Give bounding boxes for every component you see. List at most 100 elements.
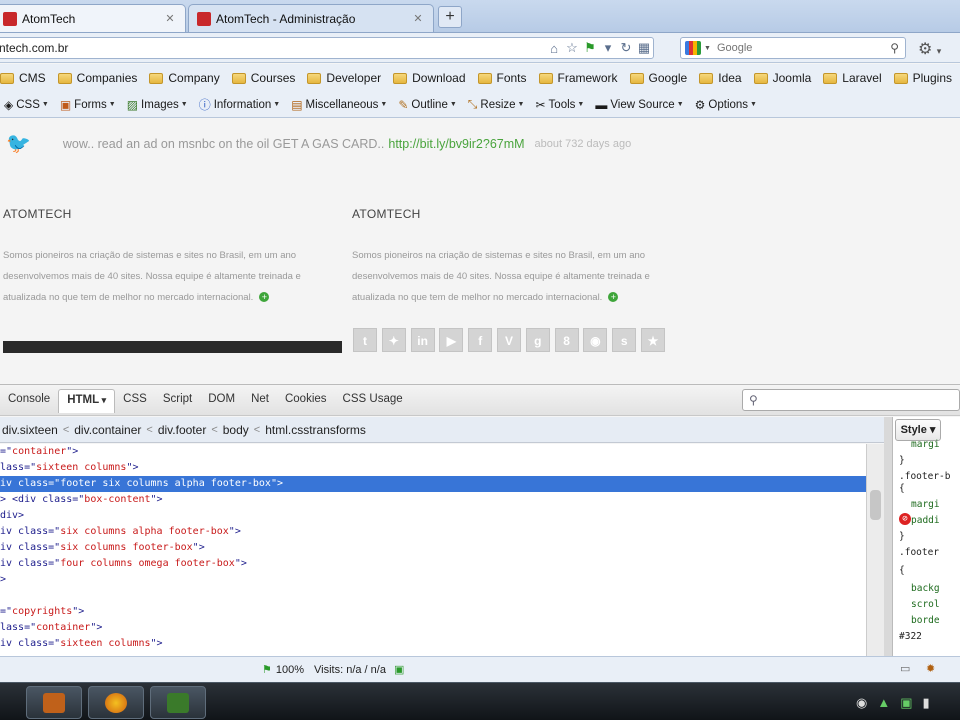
addon-icon[interactable]: ▭ bbox=[900, 662, 910, 675]
bookmark-folder[interactable]: Fonts bbox=[477, 71, 527, 85]
chevron-down-icon[interactable]: ▾ bbox=[99, 395, 107, 405]
new-tab-button[interactable]: + bbox=[438, 6, 462, 28]
style-rule-line[interactable]: .footer-b bbox=[899, 471, 950, 482]
bookmark-folder[interactable]: Joomla bbox=[753, 71, 811, 85]
social-icon[interactable]: in bbox=[410, 328, 435, 352]
style-rule-line[interactable]: margi bbox=[911, 499, 940, 510]
firebug-icon[interactable]: ✹ bbox=[926, 662, 935, 675]
html-node-line[interactable]: ="copyrights"> bbox=[0, 604, 866, 620]
bookmark-star-icon[interactable]: ☆ bbox=[563, 40, 581, 56]
scrollbar-thumb[interactable] bbox=[870, 490, 881, 520]
bookmark-folder[interactable]: Idea bbox=[699, 71, 742, 85]
taskbar-firefox[interactable] bbox=[88, 686, 144, 719]
html-node-line[interactable]: lass="sixteen columns"> bbox=[0, 460, 866, 476]
close-icon[interactable]: ✕ bbox=[411, 12, 425, 26]
tab-atomtech-admin[interactable]: AtomTech - Administração ✕ bbox=[188, 4, 434, 32]
chevron-down-icon[interactable]: ▼ bbox=[704, 45, 711, 52]
bookmark-folder[interactable]: Company bbox=[149, 71, 220, 85]
html-node-line[interactable]: > bbox=[0, 572, 866, 588]
pane-splitter[interactable] bbox=[884, 417, 892, 656]
style-rule-line[interactable]: { bbox=[899, 483, 905, 494]
reload-icon[interactable]: ↻ bbox=[617, 40, 635, 56]
zoom-level[interactable]: 100% bbox=[276, 664, 304, 676]
html-node-line[interactable]: iv class="six columns footer-box"> bbox=[0, 540, 866, 556]
html-node-line[interactable]: div> bbox=[0, 508, 866, 524]
dropdown-icon[interactable]: ▾ bbox=[599, 40, 617, 56]
page-icon[interactable]: ▦ bbox=[635, 40, 653, 56]
breadcrumb-item[interactable]: div.container bbox=[74, 423, 141, 437]
bookmark-folder[interactable]: Google bbox=[629, 71, 687, 85]
social-icon[interactable]: t bbox=[353, 328, 377, 352]
html-node-line[interactable] bbox=[0, 588, 866, 604]
status-icon[interactable]: ▣ bbox=[394, 663, 404, 676]
bookmark-folder[interactable]: Download bbox=[393, 71, 466, 85]
read-more-icon[interactable]: + bbox=[608, 292, 619, 303]
firebug-tab[interactable]: Cookies bbox=[277, 389, 335, 413]
forms-menu[interactable]: ▣ Forms ▼ bbox=[60, 98, 116, 112]
tab-atomtech[interactable]: AtomTech ✕ bbox=[0, 4, 186, 32]
html-node-line[interactable]: iv class="four columns omega footer-box"… bbox=[0, 556, 866, 572]
search-input[interactable] bbox=[716, 42, 891, 54]
search-icon[interactable]: ⚲ bbox=[890, 41, 899, 55]
breadcrumb-item[interactable]: div.sixteen bbox=[2, 423, 58, 437]
options-menu[interactable]: ⚙ Options ▼ bbox=[695, 98, 757, 112]
tray-icon[interactable]: ▲ bbox=[877, 695, 890, 711]
firebug-tab[interactable]: Console bbox=[0, 389, 58, 413]
breadcrumb-item[interactable]: html.csstransforms bbox=[265, 423, 366, 437]
css-menu[interactable]: ◈ CSS ▼ bbox=[4, 98, 49, 112]
style-dropdown-button[interactable]: Style ▾ bbox=[895, 419, 941, 441]
miscellaneous-menu[interactable]: ▤ Miscellaneous ▼ bbox=[291, 98, 387, 112]
tweet-link[interactable]: http://bit.ly/bv9ir2?67mM bbox=[388, 137, 524, 151]
social-icon[interactable]: ◉ bbox=[583, 328, 608, 352]
home-icon[interactable]: ⌂ bbox=[545, 41, 563, 56]
bookmark-folder[interactable]: Developer bbox=[307, 71, 381, 85]
taskbar-app-3[interactable] bbox=[150, 686, 206, 719]
firebug-tab[interactable]: Script bbox=[155, 389, 200, 413]
style-rule-line[interactable]: } bbox=[899, 531, 905, 542]
style-rule-line[interactable]: scrol bbox=[911, 599, 940, 610]
search-bar[interactable]: ▼ ⚲ bbox=[680, 37, 906, 59]
style-rule-line[interactable]: paddi bbox=[911, 515, 940, 526]
breadcrumb-item[interactable]: div.footer bbox=[158, 423, 206, 437]
firebug-search-input[interactable]: ⚲ bbox=[742, 389, 960, 411]
social-icon[interactable]: ★ bbox=[640, 328, 665, 352]
html-node-line[interactable]: iv class="footer six columns alpha foote… bbox=[0, 476, 866, 492]
google-icon[interactable] bbox=[685, 41, 701, 55]
tweet-time[interactable]: about 732 days ago bbox=[535, 138, 632, 150]
style-rule-line[interactable]: { bbox=[899, 565, 905, 576]
bookmark-folder[interactable]: Plugins bbox=[893, 71, 952, 85]
html-node-line[interactable]: > <div class="box-content"> bbox=[0, 492, 866, 508]
close-icon[interactable]: ✕ bbox=[163, 12, 177, 26]
style-rule-line[interactable]: .footer bbox=[899, 547, 939, 558]
breadcrumb-item[interactable]: body bbox=[223, 423, 249, 437]
network-icon[interactable]: ▮ bbox=[923, 695, 930, 711]
style-rule-line[interactable]: } bbox=[899, 455, 905, 466]
bookmark-folder[interactable]: Laravel bbox=[823, 71, 882, 85]
social-icon[interactable]: s bbox=[612, 328, 637, 352]
firebug-tab[interactable]: Net bbox=[243, 389, 277, 413]
firebug-tab[interactable]: DOM bbox=[200, 389, 243, 413]
firebug-tab[interactable]: CSS bbox=[115, 389, 155, 413]
style-rule-line[interactable]: margi bbox=[911, 439, 940, 450]
tray-icon[interactable]: ◉ bbox=[856, 695, 867, 711]
html-node-line[interactable]: iv class="six columns alpha footer-box"> bbox=[0, 524, 866, 540]
information-menu[interactable]: ⓘ Information ▼ bbox=[199, 96, 280, 113]
images-menu[interactable]: ▨ Images ▼ bbox=[127, 98, 188, 112]
social-icon[interactable]: ▶ bbox=[439, 328, 464, 352]
social-icon[interactable]: g bbox=[525, 328, 550, 352]
html-node-line[interactable]: ="container"> bbox=[0, 444, 866, 460]
flag-icon[interactable]: ⚑ bbox=[581, 40, 599, 56]
tray-icon[interactable]: ▣ bbox=[900, 695, 912, 711]
resize-menu[interactable]: ⤡ Resize ▼ bbox=[468, 97, 525, 112]
bookmark-folder[interactable]: Framework bbox=[538, 71, 618, 85]
view-source-menu[interactable]: ▬ View Source ▼ bbox=[595, 98, 683, 112]
style-rule-line[interactable]: #322 bbox=[899, 631, 922, 642]
social-icon[interactable]: V bbox=[496, 328, 521, 352]
bookmark-folder[interactable]: CMS bbox=[0, 71, 46, 85]
style-rule-line[interactable]: backg bbox=[911, 583, 940, 594]
html-node-line[interactable]: lass="container"> bbox=[0, 620, 866, 636]
menu-icon[interactable]: ⚙ ▾ bbox=[918, 39, 941, 59]
style-rule-line[interactable]: borde bbox=[911, 615, 940, 626]
tools-menu[interactable]: ✂ Tools ▼ bbox=[535, 98, 584, 112]
read-more-icon[interactable]: + bbox=[259, 292, 270, 303]
